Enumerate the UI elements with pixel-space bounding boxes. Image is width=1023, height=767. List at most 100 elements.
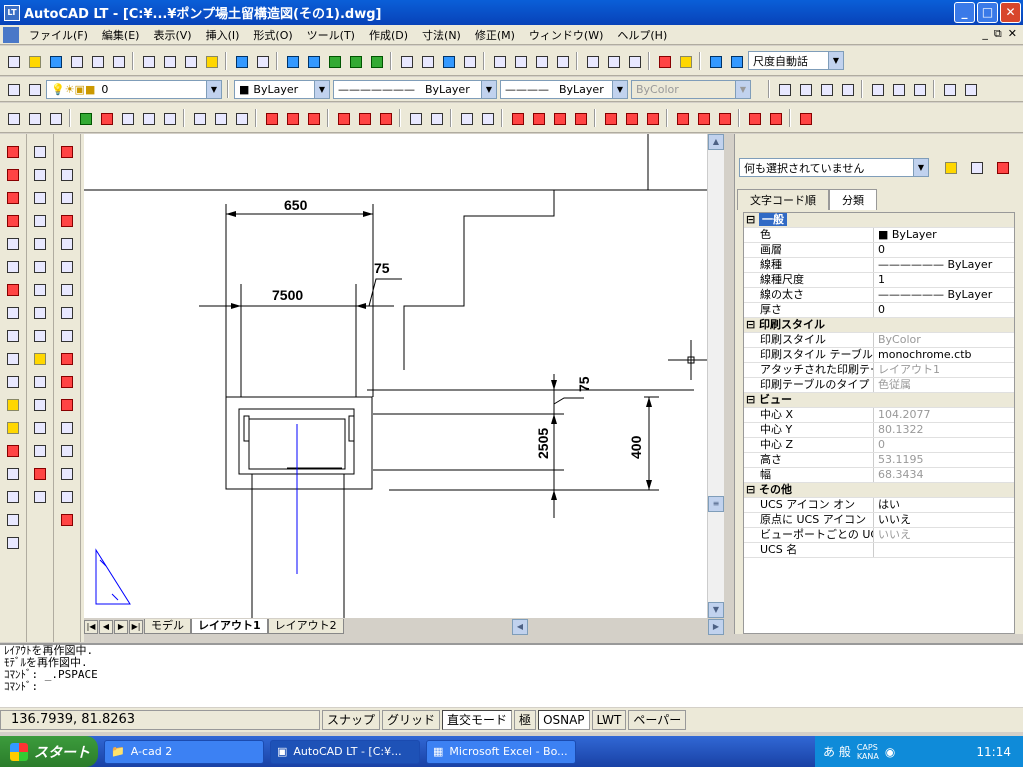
- ucs-z-icon[interactable]: [160, 109, 178, 127]
- region-icon[interactable]: [3, 487, 23, 506]
- dim-aligned-icon[interactable]: [30, 165, 50, 184]
- match-properties-icon[interactable]: [202, 52, 220, 70]
- first-tab-icon[interactable]: |◀: [84, 619, 98, 634]
- category-general[interactable]: ⊟ 一般: [744, 213, 1014, 228]
- close-button[interactable]: ✕: [1000, 2, 1021, 23]
- snap-from-icon[interactable]: [478, 109, 496, 127]
- spline-icon[interactable]: [3, 349, 23, 368]
- dim-edit-icon[interactable]: [30, 418, 50, 437]
- snap-tangent-icon[interactable]: [643, 109, 661, 127]
- ucs-x-icon[interactable]: [118, 109, 136, 127]
- menu-insert[interactable]: 挿入(I): [199, 27, 247, 43]
- prop-center-z[interactable]: 中心 Z0: [744, 438, 1014, 453]
- undo-icon[interactable]: [232, 52, 250, 70]
- properties-icon[interactable]: [583, 52, 601, 70]
- dim-baseline-icon[interactable]: [30, 303, 50, 322]
- snap-center-icon[interactable]: [601, 109, 619, 127]
- zoom-scale-icon[interactable]: [817, 80, 835, 98]
- prop-plottable[interactable]: 印刷スタイル テーブル monochrome.ctb: [744, 348, 1014, 363]
- xline-icon[interactable]: [3, 188, 23, 207]
- prop-width[interactable]: 幅 68.3434: [744, 468, 1014, 483]
- command-window[interactable]: ﾚｲｱｳﾄを再作図中. ﾓﾃﾞﾙを再作図中. ｺﾏﾝﾄﾞ: _.PSPACE ｺ…: [0, 643, 1023, 707]
- tab-layout2[interactable]: レイアウト2: [267, 619, 344, 634]
- hatch-icon[interactable]: [3, 464, 23, 483]
- preview-icon[interactable]: [88, 52, 106, 70]
- menu-format[interactable]: 形式(O): [246, 27, 299, 43]
- dim-continue-icon[interactable]: [30, 326, 50, 345]
- doc-minimize-button[interactable]: _: [982, 27, 988, 41]
- hyperlink-icon[interactable]: [304, 52, 322, 70]
- drawing-canvas[interactable]: 650 75 7500 75 2505 400: [84, 134, 707, 618]
- zoom-window-icon[interactable]: [532, 52, 550, 70]
- prop-layer[interactable]: 画層 0: [744, 243, 1014, 258]
- text-icon[interactable]: [3, 533, 23, 552]
- prop-color[interactable]: 色 ■ ByLayer: [744, 228, 1014, 243]
- break-point-icon[interactable]: [57, 418, 77, 437]
- mtext-icon[interactable]: [3, 510, 23, 529]
- snap-midpoint-icon[interactable]: [529, 109, 547, 127]
- dim-ordinate-icon[interactable]: [30, 188, 50, 207]
- move-icon[interactable]: [57, 257, 77, 276]
- selection-select[interactable]: 何も選択されていません ▼: [739, 158, 929, 177]
- prev-tab-icon[interactable]: ◀: [99, 619, 113, 634]
- prop-ucs-viewport[interactable]: ビューポートごとの UCS いいえ: [744, 528, 1014, 543]
- menu-view[interactable]: 表示(V): [146, 27, 198, 43]
- grid-toggle[interactable]: グリッド: [382, 710, 441, 730]
- zoom-extra-icon[interactable]: [961, 80, 979, 98]
- viewport-icon[interactable]: [727, 52, 745, 70]
- dim-text-edit-icon[interactable]: [30, 441, 50, 460]
- select-objects-icon[interactable]: [967, 158, 985, 176]
- category-plot[interactable]: ⊟ 印刷スタイル: [744, 318, 1014, 333]
- mirror-icon[interactable]: [57, 188, 77, 207]
- polygon-icon[interactable]: [3, 234, 23, 253]
- ucs-rotate-x-icon[interactable]: [262, 109, 280, 127]
- minimize-button[interactable]: _: [954, 2, 975, 23]
- prop-thickness[interactable]: 厚さ 0: [744, 303, 1014, 318]
- tab-categorized[interactable]: 分類: [829, 189, 877, 210]
- menu-modify[interactable]: 修正(M): [468, 27, 522, 43]
- extend-icon[interactable]: [57, 395, 77, 414]
- line-icon[interactable]: [3, 142, 23, 161]
- snap-nearest-icon[interactable]: [745, 109, 763, 127]
- fillet-icon[interactable]: [57, 487, 77, 506]
- snap-none-icon[interactable]: [766, 109, 784, 127]
- rectangle-icon[interactable]: [3, 257, 23, 276]
- last-tab-icon[interactable]: ▶|: [129, 619, 143, 634]
- ucs-y-icon[interactable]: [139, 109, 157, 127]
- aerial-view-icon[interactable]: [439, 52, 457, 70]
- extra-icon[interactable]: [676, 52, 694, 70]
- paper-toggle[interactable]: ペーパー: [628, 710, 687, 730]
- command-prompt[interactable]: ｺﾏﾝﾄﾞ:: [4, 681, 1023, 693]
- autocad-app-icon[interactable]: LT: [4, 4, 20, 21]
- zoom-window-icon[interactable]: [775, 80, 793, 98]
- pan-icon[interactable]: [490, 52, 508, 70]
- menu-help[interactable]: ヘルプ(H): [610, 27, 674, 43]
- doc-restore-button[interactable]: ⧉: [994, 27, 1002, 41]
- copy-icon[interactable]: [160, 52, 178, 70]
- dim-linear-icon[interactable]: [30, 142, 50, 161]
- text-style-icon[interactable]: [406, 109, 424, 127]
- explode-icon[interactable]: [57, 510, 77, 529]
- scroll-up-icon[interactable]: ▲: [708, 134, 724, 150]
- chevron-down-icon[interactable]: ▼: [828, 52, 843, 69]
- ray-icon[interactable]: [3, 165, 23, 184]
- menu-file[interactable]: ファイル(F): [22, 27, 95, 43]
- prop-ucs-on[interactable]: UCS アイコン オン はい: [744, 498, 1014, 513]
- redraw-icon[interactable]: [460, 52, 478, 70]
- quick-select-icon[interactable]: [993, 158, 1011, 176]
- ucs-axis-icon[interactable]: [190, 109, 208, 127]
- layer-state-icon[interactable]: [334, 109, 352, 127]
- prop-ltscale[interactable]: 線種尺度 1: [744, 273, 1014, 288]
- ucs-3-icon[interactable]: [232, 109, 250, 127]
- quick-dim-icon[interactable]: [30, 280, 50, 299]
- next-tab-icon[interactable]: ▶: [114, 619, 128, 634]
- network-icon[interactable]: ◉: [885, 745, 895, 759]
- tolerance-icon[interactable]: [30, 372, 50, 391]
- zoom-previous-icon[interactable]: [553, 52, 571, 70]
- osnap-settings-icon[interactable]: [796, 109, 814, 127]
- prop-ucs-origin[interactable]: 原点に UCS アイコン いいえ: [744, 513, 1014, 528]
- design-center2-icon[interactable]: [604, 52, 622, 70]
- tool-palette-icon[interactable]: [625, 52, 643, 70]
- linetype-select[interactable]: ——————— ByLayer ▼: [333, 79, 497, 99]
- scale-icon[interactable]: [57, 303, 77, 322]
